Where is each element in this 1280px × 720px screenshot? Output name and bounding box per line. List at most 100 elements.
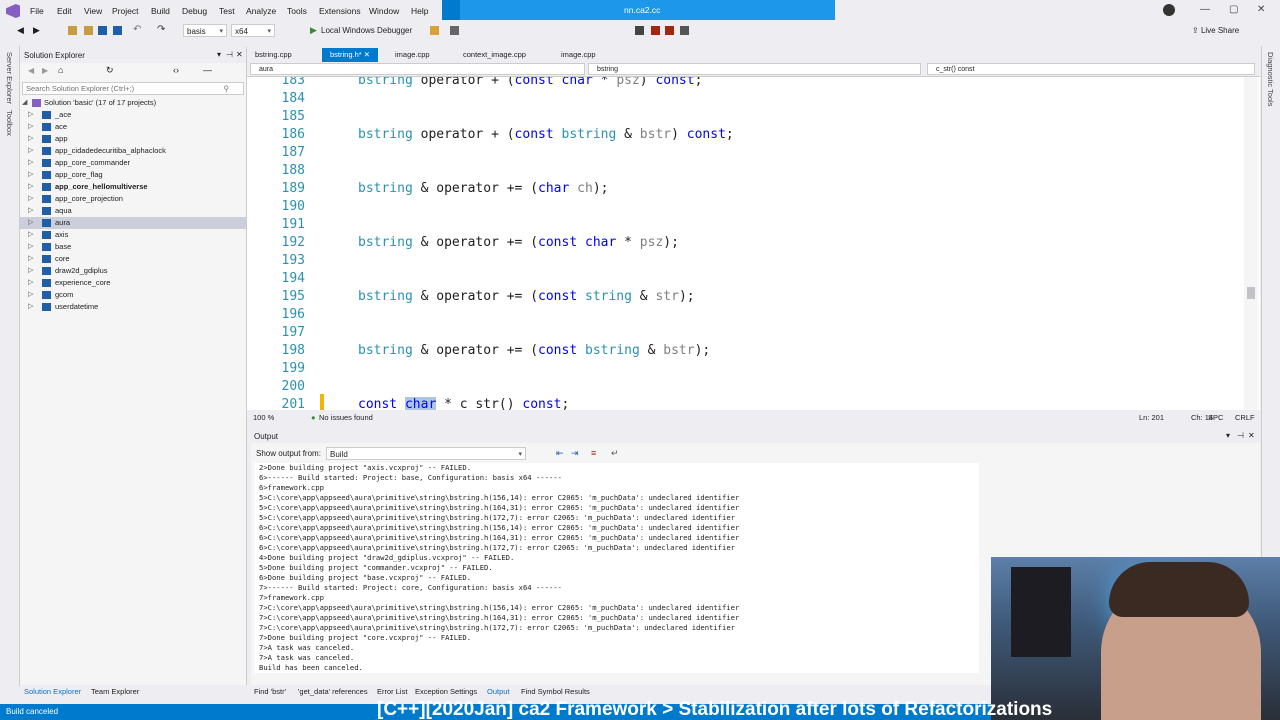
undo-icon[interactable]: ↶ bbox=[133, 24, 141, 35]
line-ending[interactable]: CRLF bbox=[1235, 413, 1255, 422]
toolbox-tab[interactable]: Toolbox bbox=[5, 110, 14, 136]
bookmark-icon[interactable] bbox=[635, 26, 644, 35]
project-node[interactable]: ▷ _ace bbox=[20, 109, 246, 121]
class-nav-dropdown[interactable]: bstring bbox=[588, 63, 921, 75]
live-share-button[interactable]: ⇪ Live Share bbox=[1192, 26, 1239, 35]
project-node[interactable]: ▷ app_core_projection bbox=[20, 193, 246, 205]
issues-status[interactable]: No issues found bbox=[319, 413, 373, 422]
tab-bstring-h-[interactable]: bstring.h* ✕ bbox=[322, 48, 379, 62]
member-nav-dropdown[interactable]: c_str() const bbox=[927, 63, 1255, 75]
project-node[interactable]: ▷ experience_core bbox=[20, 277, 246, 289]
bottom-tab-team-explorer[interactable]: Team Explorer bbox=[91, 687, 139, 696]
attach-icon[interactable] bbox=[430, 26, 439, 35]
project-node[interactable]: ▷ gcom bbox=[20, 289, 246, 301]
redo-icon[interactable]: ↷ bbox=[157, 24, 165, 35]
zoom-level[interactable]: 100 % bbox=[253, 413, 274, 422]
menu-item-extensions[interactable]: Extensions bbox=[319, 6, 361, 16]
project-node[interactable]: ▷ app_core_hellomultiverse bbox=[20, 181, 246, 193]
menu-item-help[interactable]: Help bbox=[411, 6, 428, 16]
bottom-tab-exception-settings[interactable]: Exception Settings bbox=[415, 687, 477, 696]
code-editor[interactable]: 183 bstring operator + (const char * psz)… bbox=[247, 77, 1260, 410]
new-project-icon[interactable] bbox=[68, 26, 77, 35]
menu-item-tools[interactable]: Tools bbox=[287, 6, 307, 16]
expand-arrow-icon[interactable]: ▷ bbox=[28, 181, 33, 193]
forward-icon[interactable]: ▶ bbox=[33, 25, 40, 36]
code-view-icon[interactable]: ‹› bbox=[173, 65, 179, 75]
dropdown-icon[interactable]: ▾ bbox=[217, 50, 221, 59]
save-all-icon[interactable] bbox=[113, 26, 122, 35]
tab-image-cpp[interactable]: image.cpp bbox=[387, 48, 438, 62]
debugger-button[interactable]: Local Windows Debugger bbox=[321, 26, 412, 35]
expand-arrow-icon[interactable]: ▷ bbox=[28, 169, 33, 181]
expand-arrow-icon[interactable]: ▷ bbox=[28, 265, 33, 277]
collapse-icon[interactable]: — bbox=[203, 65, 212, 75]
se-forward-icon[interactable]: ▶ bbox=[42, 66, 48, 75]
output-source-dropdown[interactable]: Build ▾ bbox=[326, 447, 526, 460]
se-back-icon[interactable]: ◀ bbox=[28, 66, 34, 75]
bottom-tab-output[interactable]: Output bbox=[487, 687, 510, 696]
menu-item-edit[interactable]: Edit bbox=[57, 6, 72, 16]
account-avatar-icon[interactable] bbox=[1163, 4, 1175, 16]
project-node[interactable]: ▷ app_core_flag bbox=[20, 169, 246, 181]
minimize-icon[interactable]: — bbox=[1200, 4, 1210, 15]
expand-arrow-icon[interactable]: ▷ bbox=[28, 229, 33, 241]
expand-arrow-icon[interactable]: ▷ bbox=[28, 157, 33, 169]
tab-context-image-cpp[interactable]: context_image.cpp bbox=[455, 48, 534, 62]
project-nav-dropdown[interactable]: aura bbox=[250, 63, 585, 75]
editor-scrollbar[interactable] bbox=[1244, 77, 1258, 410]
diagnostic-tools-tab[interactable]: Diagnostic Tools bbox=[1266, 52, 1275, 106]
tab-close-icon[interactable]: ✕ bbox=[362, 50, 370, 59]
expand-arrow-icon[interactable]: ▷ bbox=[28, 253, 33, 265]
configuration-dropdown[interactable]: basis ▾ bbox=[183, 24, 227, 37]
project-node[interactable]: ▷ app_core_commander bbox=[20, 157, 246, 169]
output-text[interactable]: 2>Done building project "axis.vcxproj" -… bbox=[254, 463, 979, 673]
tab-bstring-cpp[interactable]: bstring.cpp bbox=[247, 48, 300, 62]
close-icon[interactable]: ✕ bbox=[1257, 4, 1265, 15]
solution-node[interactable]: ◢ Solution 'basic' (17 of 17 projects) bbox=[20, 97, 246, 109]
search-button[interactable] bbox=[442, 0, 460, 20]
expand-arrow-icon[interactable]: ▷ bbox=[28, 289, 33, 301]
bottom-tab-find-symbol-results[interactable]: Find Symbol Results bbox=[521, 687, 590, 696]
menu-item-file[interactable]: File bbox=[30, 6, 44, 16]
server-explorer-tab[interactable]: Server Explorer bbox=[5, 52, 14, 104]
screenshot-icon[interactable] bbox=[450, 26, 459, 35]
project-node[interactable]: ▷ ace bbox=[20, 121, 246, 133]
menu-item-project[interactable]: Project bbox=[112, 6, 138, 16]
expand-arrow-icon[interactable]: ▷ bbox=[28, 133, 33, 145]
back-icon[interactable]: ◀ bbox=[17, 25, 24, 36]
scroll-thumb[interactable] bbox=[1247, 287, 1255, 299]
expand-arrow-icon[interactable]: ▷ bbox=[28, 145, 33, 157]
project-node[interactable]: ▷ core bbox=[20, 253, 246, 265]
menu-item-view[interactable]: View bbox=[84, 6, 102, 16]
project-node[interactable]: ▷ axis bbox=[20, 229, 246, 241]
expand-arrow-icon[interactable]: ▷ bbox=[28, 109, 33, 121]
clear-all-icon[interactable]: ≡ bbox=[591, 448, 596, 458]
open-icon[interactable] bbox=[84, 26, 93, 35]
project-node[interactable]: ▷ aura bbox=[20, 217, 246, 229]
bottom-tab-solution-explorer[interactable]: Solution Explorer bbox=[24, 687, 81, 696]
expand-arrow-icon[interactable]: ▷ bbox=[28, 121, 33, 133]
whitespace-mode[interactable]: SPC bbox=[1208, 413, 1223, 422]
project-node[interactable]: ▷ aqua bbox=[20, 205, 246, 217]
project-node[interactable]: ▷ app bbox=[20, 133, 246, 145]
output-pin-icon[interactable]: ⊣ bbox=[1237, 431, 1244, 440]
bottom-tab-error-list[interactable]: Error List bbox=[377, 687, 407, 696]
bottom-tab--get-data-references[interactable]: 'get_data' references bbox=[298, 687, 368, 696]
menu-item-debug[interactable]: Debug bbox=[182, 6, 207, 16]
refresh-icon[interactable]: ↻ bbox=[106, 65, 114, 76]
next-message-icon[interactable]: ⇥ bbox=[571, 448, 579, 459]
solution-search-input[interactable]: Search Solution Explorer (Ctrl+;) ⚲ bbox=[22, 82, 244, 95]
restore-icon[interactable]: ▢ bbox=[1229, 4, 1238, 15]
expand-arrow-icon[interactable]: ▷ bbox=[28, 205, 33, 217]
menu-item-build[interactable]: Build bbox=[151, 6, 170, 16]
word-wrap-icon[interactable]: ↵ bbox=[611, 448, 619, 459]
expand-arrow-icon[interactable]: ▷ bbox=[28, 241, 33, 253]
project-node[interactable]: ▷ userdatetime bbox=[20, 301, 246, 313]
home-icon[interactable]: ⌂ bbox=[58, 65, 63, 75]
menu-item-window[interactable]: Window bbox=[369, 6, 399, 16]
play-icon[interactable]: ▶ bbox=[310, 25, 317, 36]
menu-item-test[interactable]: Test bbox=[219, 6, 235, 16]
bookmark-prev-icon[interactable] bbox=[651, 26, 660, 35]
project-node[interactable]: ▷ base bbox=[20, 241, 246, 253]
expand-arrow-icon[interactable]: ▷ bbox=[28, 301, 33, 313]
